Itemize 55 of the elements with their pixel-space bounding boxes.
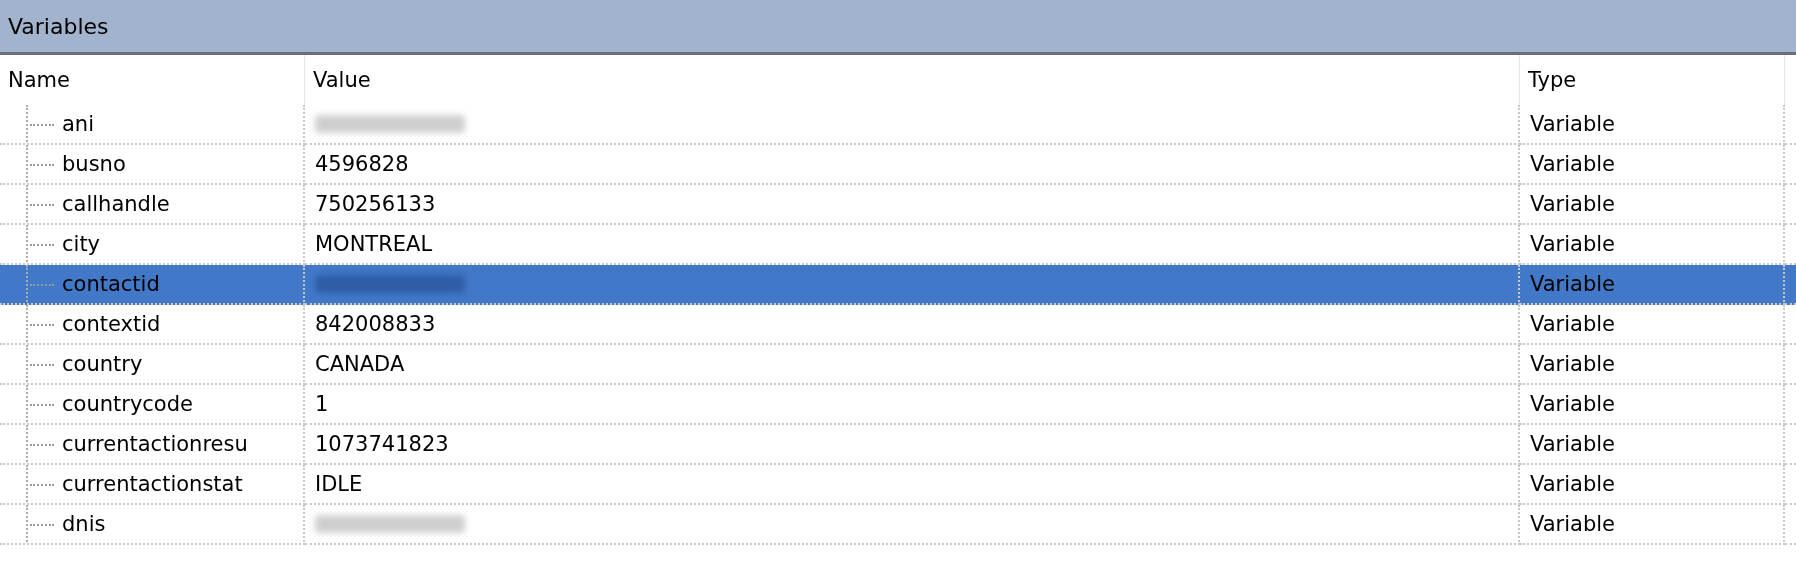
table-row[interactable]: countrycode 1 Variable (0, 385, 1796, 425)
variable-value: 1 (315, 392, 329, 416)
variable-value: 842008833 (315, 312, 436, 336)
table-row[interactable]: busno 4596828 Variable (0, 145, 1796, 185)
tree-connector-icon (30, 284, 54, 286)
variable-name: city (62, 232, 101, 256)
variable-type: Variable (1530, 192, 1616, 216)
column-header[interactable]: Name (0, 55, 305, 105)
variable-name: countrycode (62, 392, 193, 416)
table-row[interactable]: callhandle 750256133 Variable (0, 185, 1796, 225)
variable-value: 750256133 (315, 192, 436, 216)
variable-value: 4596828 (315, 152, 409, 176)
table-row[interactable]: dnis Variable (0, 505, 1796, 545)
variable-name: ani (62, 112, 94, 136)
table-row[interactable]: contextid 842008833 Variable (0, 305, 1796, 345)
table-row[interactable]: country CANADA Variable (0, 345, 1796, 385)
column-header[interactable]: Type (1520, 55, 1785, 105)
tree-connector-icon (30, 164, 54, 166)
variable-type: Variable (1530, 272, 1616, 296)
panel-title: Variables (8, 13, 109, 39)
variable-name: currentactionstat (62, 472, 243, 496)
tree-connector-icon (30, 324, 54, 326)
column-header[interactable]: Value (305, 55, 1520, 105)
variable-type: Variable (1530, 152, 1616, 176)
variable-name: busno (62, 152, 126, 176)
variable-value: CANADA (315, 352, 405, 376)
tree-connector-icon (30, 124, 54, 126)
tree-connector-icon (30, 244, 54, 246)
tree-connector-icon (30, 364, 54, 366)
tree-connector-icon (30, 444, 54, 446)
variable-name: contactid (62, 272, 160, 296)
table-row[interactable]: ani Variable (0, 105, 1796, 145)
tree-connector-icon (30, 204, 54, 206)
variable-name: callhandle (62, 192, 170, 216)
variable-name: contextid (62, 312, 161, 336)
variable-type: Variable (1530, 112, 1616, 136)
variable-type: Variable (1530, 472, 1616, 496)
variable-type: Variable (1530, 512, 1616, 536)
variable-value: IDLE (315, 472, 363, 496)
tree-connector-icon (30, 484, 54, 486)
tree-connector-icon (30, 404, 54, 406)
table-row[interactable]: contactid Variable (0, 265, 1796, 305)
variable-name: currentactionresu (62, 432, 248, 456)
table-row[interactable]: currentactionstat IDLE Variable (0, 465, 1796, 505)
variable-type: Variable (1530, 352, 1616, 376)
variable-type: Variable (1530, 232, 1616, 256)
variable-name: dnis (62, 512, 106, 536)
variable-type: Variable (1530, 312, 1616, 336)
variable-name: country (62, 352, 143, 376)
variable-value: 1073741823 (315, 432, 449, 456)
table-row[interactable]: currentactionresu 1073741823 Variable (0, 425, 1796, 465)
tree-connector-icon (30, 524, 54, 526)
variable-type: Variable (1530, 432, 1616, 456)
variable-value: MONTREAL (315, 232, 433, 256)
variable-type: Variable (1530, 392, 1616, 416)
